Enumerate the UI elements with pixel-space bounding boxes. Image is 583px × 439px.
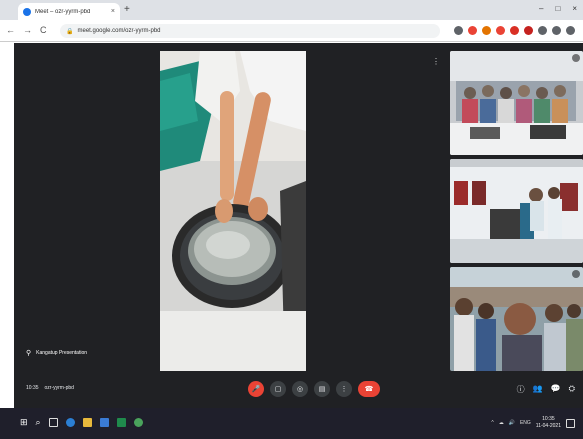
browser-extension-icon[interactable] bbox=[496, 26, 505, 35]
volume-icon[interactable]: 🔊 bbox=[509, 420, 515, 426]
participant-tile-classroom[interactable] bbox=[450, 51, 583, 155]
present-button[interactable]: ▤ bbox=[314, 381, 330, 397]
browser-extension-icon[interactable] bbox=[566, 26, 575, 35]
windows-taskbar: ⊞ ⌕ ^ ☁ 🔊 ENG 10:35 11-04-2021 bbox=[0, 408, 583, 439]
window-controls: – □ × bbox=[539, 4, 577, 13]
edge-icon[interactable] bbox=[65, 418, 75, 427]
browser-tab-bar: Meet – ozr-yyrm-pbd × + – □ × bbox=[0, 0, 583, 20]
meet-control-bar: 10:35 ozr-yyrm-pbd 🎤 ▢ ◎ ▤ ⋮ ☎ ⓘ 👥 💬 ⛭ bbox=[14, 372, 583, 408]
language-indicator[interactable]: ENG bbox=[520, 420, 531, 426]
captions-button[interactable]: ◎ bbox=[292, 381, 308, 397]
clock-time: 10:35 bbox=[542, 416, 555, 422]
task-view-icon[interactable] bbox=[48, 418, 58, 427]
url-input[interactable]: 🔒 meet.google.com/ozr-yyrm-pbd bbox=[60, 24, 440, 38]
meeting-time: 10:35 bbox=[26, 385, 39, 391]
people-icon[interactable]: 👥 bbox=[533, 384, 543, 395]
url-text: meet.google.com/ozr-yyrm-pbd bbox=[77, 28, 161, 34]
presenter-name-label: ⚲ Kangatup Presentation bbox=[26, 349, 87, 357]
browser-extension-icon[interactable] bbox=[510, 26, 519, 35]
tab-title: Meet – ozr-yyrm-pbd bbox=[35, 8, 91, 15]
presenter-name: Kangatup Presentation bbox=[36, 350, 88, 356]
browser-extension-icon[interactable] bbox=[538, 26, 547, 35]
search-icon[interactable]: ⌕ bbox=[36, 417, 41, 428]
maximize-button[interactable]: □ bbox=[555, 4, 560, 13]
chat-icon[interactable]: 💬 bbox=[551, 384, 561, 395]
camera-toggle-button[interactable]: ▢ bbox=[270, 381, 286, 397]
mic-status-icon bbox=[572, 270, 580, 278]
call-controls: 🎤 ▢ ◎ ▤ ⋮ ☎ bbox=[248, 381, 380, 397]
tray-overflow-icon[interactable]: ^ bbox=[491, 420, 493, 426]
start-icon[interactable]: ⊞ bbox=[20, 417, 28, 428]
back-button[interactable]: ← bbox=[6, 25, 15, 35]
participant-video-2 bbox=[450, 159, 583, 263]
browser-extension-icon[interactable] bbox=[468, 26, 477, 35]
excel-icon[interactable] bbox=[116, 418, 126, 427]
new-tab-button[interactable]: + bbox=[124, 4, 130, 15]
close-window-button[interactable]: × bbox=[572, 4, 577, 13]
participant-tile-lab[interactable] bbox=[450, 159, 583, 263]
meeting-code: ozr-yyrm-pbd bbox=[44, 385, 74, 391]
meeting-info-icon[interactable]: ⓘ bbox=[517, 384, 525, 395]
tab-close-icon[interactable]: × bbox=[111, 8, 115, 15]
browser-extension-icon[interactable] bbox=[552, 26, 561, 35]
participant-tile-outdoor[interactable] bbox=[450, 267, 583, 371]
clock-date: 11-04-2021 bbox=[535, 423, 561, 429]
presenter-video[interactable] bbox=[160, 51, 306, 371]
participant-video-3 bbox=[450, 267, 583, 371]
mic-toggle-button[interactable]: 🎤 bbox=[248, 381, 264, 397]
pin-icon[interactable]: ⚲ bbox=[26, 349, 31, 357]
meeting-details: 10:35 ozr-yyrm-pbd bbox=[26, 385, 74, 391]
reload-button[interactable]: C bbox=[40, 25, 47, 35]
meet-stage: ⚲ Kangatup Presentation ⋮ bbox=[14, 43, 583, 408]
system-tray: ^ ☁ 🔊 ENG 10:35 11-04-2021 bbox=[491, 416, 575, 430]
meet-favicon-icon bbox=[23, 7, 31, 16]
lock-icon: 🔒 bbox=[66, 28, 74, 35]
mic-status-icon bbox=[572, 54, 580, 62]
forward-button[interactable]: → bbox=[23, 25, 32, 35]
activities-icon[interactable]: ⛭ bbox=[569, 384, 575, 395]
side-panel-controls: ⓘ 👥 💬 ⛭ bbox=[517, 384, 575, 395]
more-options-button[interactable]: ⋮ bbox=[336, 381, 352, 397]
chrome-icon[interactable] bbox=[133, 418, 143, 427]
extension-icons bbox=[454, 26, 575, 35]
store-icon[interactable] bbox=[99, 418, 109, 427]
file-explorer-icon[interactable] bbox=[82, 418, 92, 427]
browser-extension-icon[interactable] bbox=[454, 26, 463, 35]
browser-extension-icon[interactable] bbox=[482, 26, 491, 35]
nav-buttons: ← → C bbox=[6, 25, 47, 35]
taskbar-apps: ⊞ ⌕ bbox=[20, 417, 143, 428]
onedrive-icon[interactable]: ☁ bbox=[499, 420, 504, 426]
notifications-icon[interactable] bbox=[566, 418, 575, 428]
address-bar-row: ← → C 🔒 meet.google.com/ozr-yyrm-pbd bbox=[0, 20, 583, 42]
presenter-video-frame bbox=[160, 51, 306, 371]
participant-video-1 bbox=[450, 51, 583, 155]
browser-tab-meet[interactable]: Meet – ozr-yyrm-pbd × bbox=[18, 3, 120, 20]
browser-extension-icon[interactable] bbox=[524, 26, 533, 35]
more-options-icon[interactable]: ⋮ bbox=[432, 57, 440, 66]
leave-call-button[interactable]: ☎ bbox=[358, 381, 380, 397]
taskbar-clock[interactable]: 10:35 11-04-2021 bbox=[536, 416, 561, 430]
minimize-button[interactable]: – bbox=[539, 4, 543, 13]
